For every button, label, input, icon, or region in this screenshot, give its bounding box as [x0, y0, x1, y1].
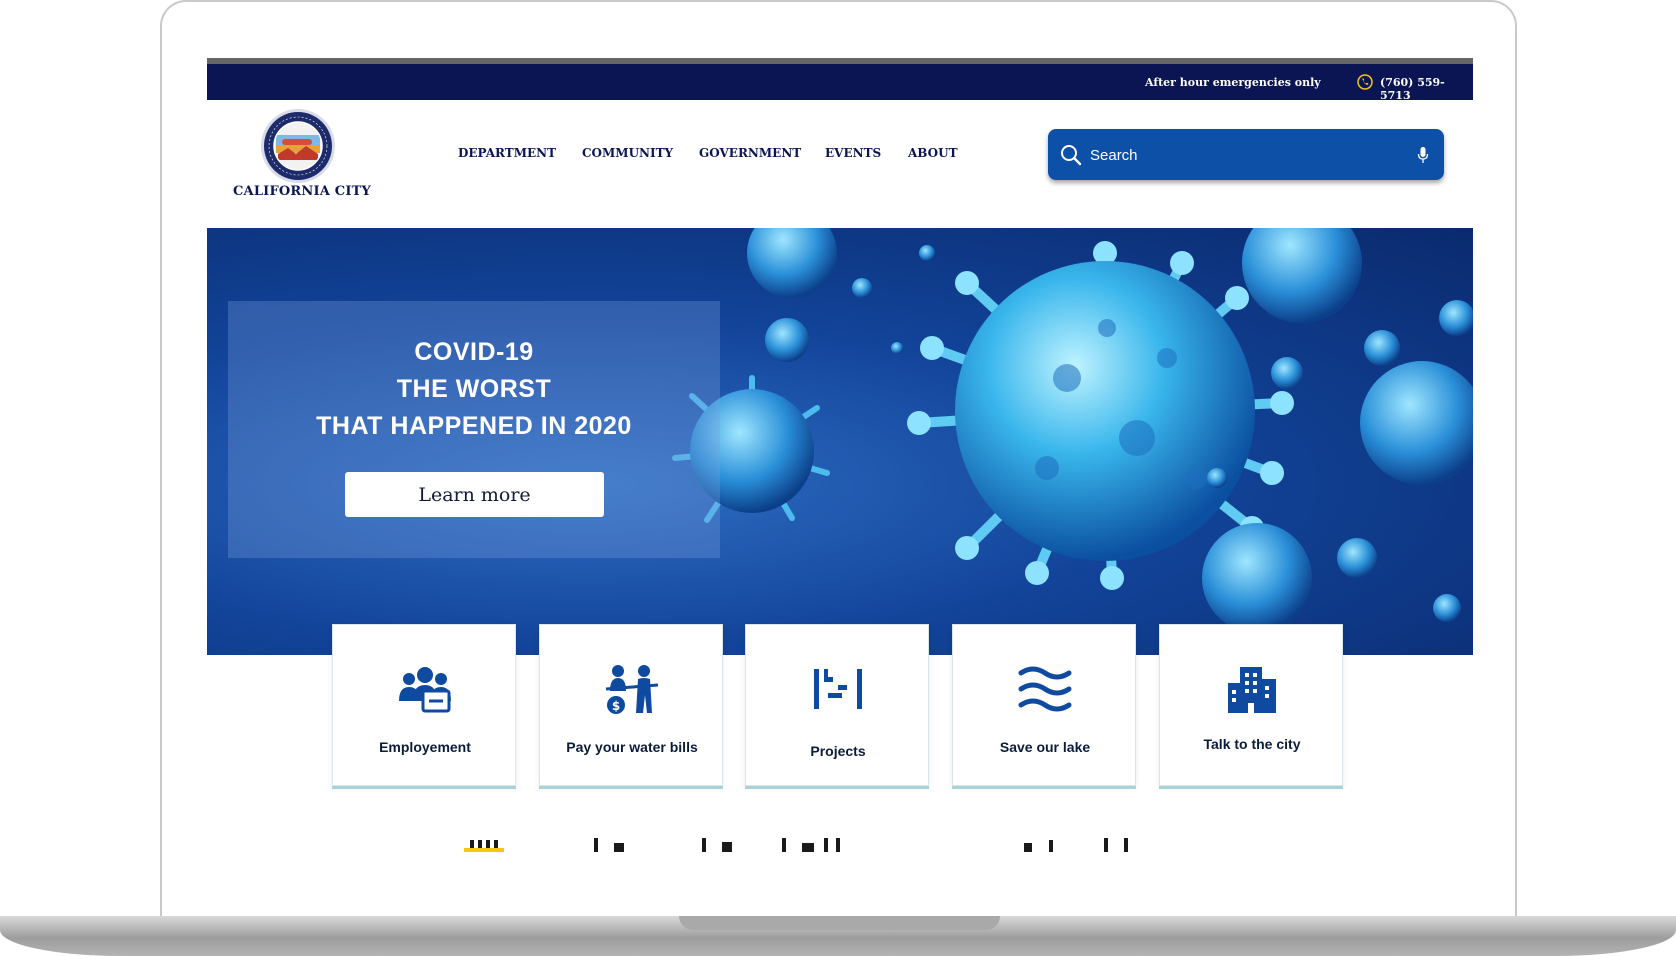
card-projects[interactable]: Projects — [745, 624, 929, 786]
learn-more-button[interactable]: Learn more — [345, 472, 604, 517]
payment-icon: $ — [605, 665, 659, 714]
city-building-icon — [1228, 667, 1276, 713]
card-talk-to-city[interactable]: Talk to the city — [1159, 624, 1343, 786]
phone-icon — [1357, 74, 1373, 90]
nav-department[interactable]: DEPARTMENT — [458, 146, 556, 160]
card-employment-label: Employement — [379, 739, 471, 755]
nav-about[interactable]: ABOUT — [908, 146, 958, 160]
search-icon[interactable] — [1060, 144, 1082, 166]
microphone-icon[interactable] — [1417, 146, 1429, 164]
card-talk-to-city-label: Talk to the city — [1203, 736, 1301, 752]
card-save-our-lake-label: Save our lake — [999, 739, 1091, 755]
waves-icon — [1018, 666, 1072, 712]
card-pay-water-bills-label: Pay your water bills — [566, 739, 698, 755]
emergency-text: After hour emergencies only — [1145, 76, 1321, 89]
nav-events[interactable]: EVENTS — [825, 146, 881, 160]
hero-banner: COVID-19 THE WORST THAT HAPPENED IN 2020… — [207, 228, 1473, 655]
hero-headline: COVID-19 THE WORST THAT HAPPENED IN 2020 — [316, 338, 632, 440]
people-icon — [399, 667, 451, 713]
site-header: CALIFORNIA CITY DEPARTMENT COMMUNITY GOV… — [207, 100, 1473, 228]
hero-text-panel: COVID-19 THE WORST THAT HAPPENED IN 2020… — [228, 301, 720, 558]
card-employment[interactable]: Employement — [332, 624, 516, 786]
card-projects-label: Projects — [810, 743, 866, 759]
card-pay-water-bills[interactable]: $ Pay your water bills — [539, 624, 723, 786]
city-seal-logo[interactable] — [260, 108, 336, 184]
laptop-notch — [679, 916, 1000, 930]
nav-government[interactable]: GOVERNMENT — [699, 146, 801, 160]
website-screen: After hour emergencies only (760) 559-57… — [207, 58, 1473, 852]
emergency-phone-link[interactable]: (760) 559-5713 — [1380, 76, 1473, 102]
cut-off-section-heading — [464, 838, 1128, 852]
card-save-our-lake[interactable]: Save our lake — [952, 624, 1136, 786]
nav-community[interactable]: COMMUNITY — [582, 146, 673, 160]
logo-text[interactable]: CALIFORNIA CITY — [233, 184, 371, 199]
projects-icon — [814, 669, 862, 709]
search-bar[interactable] — [1048, 129, 1444, 180]
svg-text:$: $ — [612, 699, 620, 713]
search-input[interactable] — [1088, 140, 1392, 170]
top-bar: After hour emergencies only (760) 559-57… — [207, 58, 1473, 102]
